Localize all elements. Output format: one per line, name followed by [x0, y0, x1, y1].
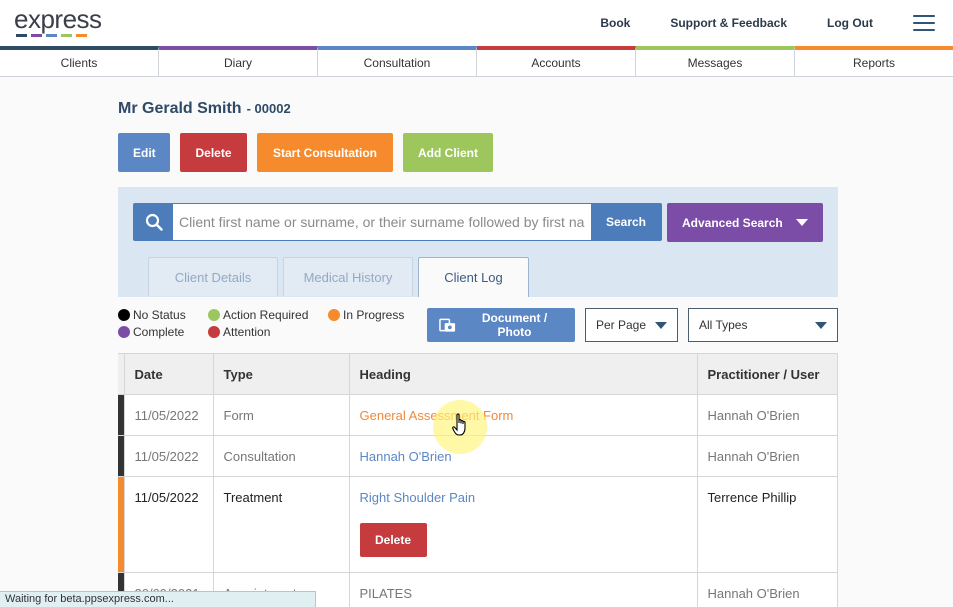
status-legend: No Status Action Required In Progress Co… [118, 308, 418, 339]
nav-tab-reports[interactable]: Reports [795, 46, 953, 76]
status-dot-icon [208, 309, 220, 321]
table-row[interactable]: 11/05/2022 Consultation Hannah O'Brien H… [118, 435, 838, 477]
cell-practitioner: Terrence Phillip [696, 476, 838, 573]
edit-button[interactable]: Edit [118, 133, 170, 172]
legend-label: Attention [223, 325, 271, 339]
cell-date: 11/05/2022 [123, 394, 214, 436]
heading-link[interactable]: Hannah O'Brien [360, 449, 452, 464]
logo-stripes [16, 34, 87, 37]
app-header: express Book Support & Feedback Log Out [0, 0, 953, 46]
legend-no-status: No Status [118, 308, 208, 322]
advanced-search-button[interactable]: Advanced Search [667, 203, 823, 242]
column-header-heading[interactable]: Heading [348, 353, 698, 395]
legend-label: Action Required [223, 308, 309, 322]
column-header-type[interactable]: Type [212, 353, 350, 395]
per-page-select[interactable]: Per Page [585, 308, 678, 342]
client-actions: Edit Delete Start Consultation Add Clien… [118, 133, 838, 172]
add-client-button[interactable]: Add Client [403, 133, 493, 172]
nav-tab-accounts[interactable]: Accounts [477, 46, 636, 76]
log-out-link[interactable]: Log Out [827, 16, 873, 30]
tab-medical-history[interactable]: Medical History [283, 257, 413, 296]
book-link[interactable]: Book [600, 16, 630, 30]
nav-tab-consultation[interactable]: Consultation [318, 46, 477, 76]
legend-label: In Progress [343, 308, 405, 322]
legend-attention: Attention [208, 325, 328, 339]
search-button[interactable]: Search [591, 204, 661, 240]
nav-tab-messages[interactable]: Messages [636, 46, 795, 76]
cell-practitioner: Hannah O'Brien [696, 394, 838, 436]
cell-practitioner: Hannah O'Brien [696, 572, 838, 607]
chevron-down-icon [655, 321, 667, 329]
chevron-down-icon [815, 321, 827, 329]
document-photo-label: Document / Photo [481, 311, 548, 339]
table-row[interactable]: 11/05/2022 Form General Assessment Form … [118, 394, 838, 436]
nav-tab-clients[interactable]: Clients [0, 46, 159, 76]
client-search-box: Search [133, 203, 662, 241]
search-icon[interactable] [134, 204, 173, 240]
status-dot-icon [118, 326, 130, 338]
legend-action-required: Action Required [208, 308, 328, 322]
status-dot-icon [208, 326, 220, 338]
logo-stripe [76, 34, 87, 37]
table-header-row: Date Type Heading Practitioner / User [118, 353, 838, 395]
logo-stripe [16, 34, 27, 37]
tab-client-log[interactable]: Client Log [418, 257, 529, 297]
delete-entry-button[interactable]: Delete [359, 523, 427, 557]
support-feedback-link[interactable]: Support & Feedback [670, 16, 787, 30]
heading-link[interactable]: General Assessment Form [360, 408, 514, 423]
legend-label: No Status [133, 308, 186, 322]
cell-date: 11/05/2022 [123, 435, 214, 477]
client-name: Mr Gerald Smith [118, 100, 242, 117]
logo-stripe [61, 34, 72, 37]
document-photo-icon [439, 318, 456, 332]
client-tabs: Client Details Medical History Client Lo… [148, 257, 529, 297]
hamburger-menu-icon[interactable] [913, 15, 935, 31]
client-id: - 00002 [246, 101, 291, 116]
logo-stripe [31, 34, 42, 37]
logo-text: express [14, 4, 102, 34]
cell-type: Form [212, 394, 350, 436]
client-log-table: Date Type Heading Practitioner / User 11… [118, 353, 838, 607]
heading-link[interactable]: Right Shoulder Pain [360, 490, 476, 505]
legend-in-progress: In Progress [328, 308, 418, 322]
express-logo[interactable]: express [14, 0, 124, 46]
type-filter-select[interactable]: All Types [688, 308, 838, 342]
header-nav: Book Support & Feedback Log Out [600, 15, 935, 31]
advanced-search-label: Advanced Search [682, 215, 783, 230]
document-photo-button[interactable]: Document / Photo [427, 308, 575, 342]
main-content: Mr Gerald Smith - 00002 Edit Delete Star… [118, 100, 838, 607]
type-filter-label: All Types [699, 318, 748, 332]
tab-client-details[interactable]: Client Details [148, 257, 278, 296]
cell-heading: Right Shoulder Pain Delete [348, 476, 698, 573]
cell-date: 11/05/2022 [123, 476, 214, 573]
status-dot-icon [118, 309, 130, 321]
logo-stripe [46, 34, 57, 37]
cell-heading: PILATES [348, 572, 698, 607]
delete-client-button[interactable]: Delete [180, 133, 247, 172]
cell-heading: General Assessment Form [348, 394, 698, 436]
cell-type: Treatment [212, 476, 350, 573]
cell-practitioner: Hannah O'Brien [696, 435, 838, 477]
page-title: Mr Gerald Smith - 00002 [118, 100, 838, 118]
cell-type: Consultation [212, 435, 350, 477]
browser-status-bar: Waiting for beta.ppsexpress.com... [0, 591, 316, 607]
search-panel: Search Advanced Search Client Details Me… [118, 187, 838, 297]
per-page-label: Per Page [596, 318, 647, 332]
cell-heading: Hannah O'Brien [348, 435, 698, 477]
status-dot-icon [328, 309, 340, 321]
client-search-input[interactable] [173, 204, 591, 240]
table-row[interactable]: 11/05/2022 Treatment Right Shoulder Pain… [118, 476, 838, 573]
start-consultation-button[interactable]: Start Consultation [257, 133, 393, 172]
legend-complete: Complete [118, 325, 208, 339]
legend-label: Complete [133, 325, 185, 339]
column-header-date[interactable]: Date [123, 353, 214, 395]
nav-tab-diary[interactable]: Diary [159, 46, 318, 76]
column-header-practitioner[interactable]: Practitioner / User [696, 353, 838, 395]
main-nav: Clients Diary Consultation Accounts Mess… [0, 46, 953, 77]
chevron-down-icon [796, 219, 808, 226]
